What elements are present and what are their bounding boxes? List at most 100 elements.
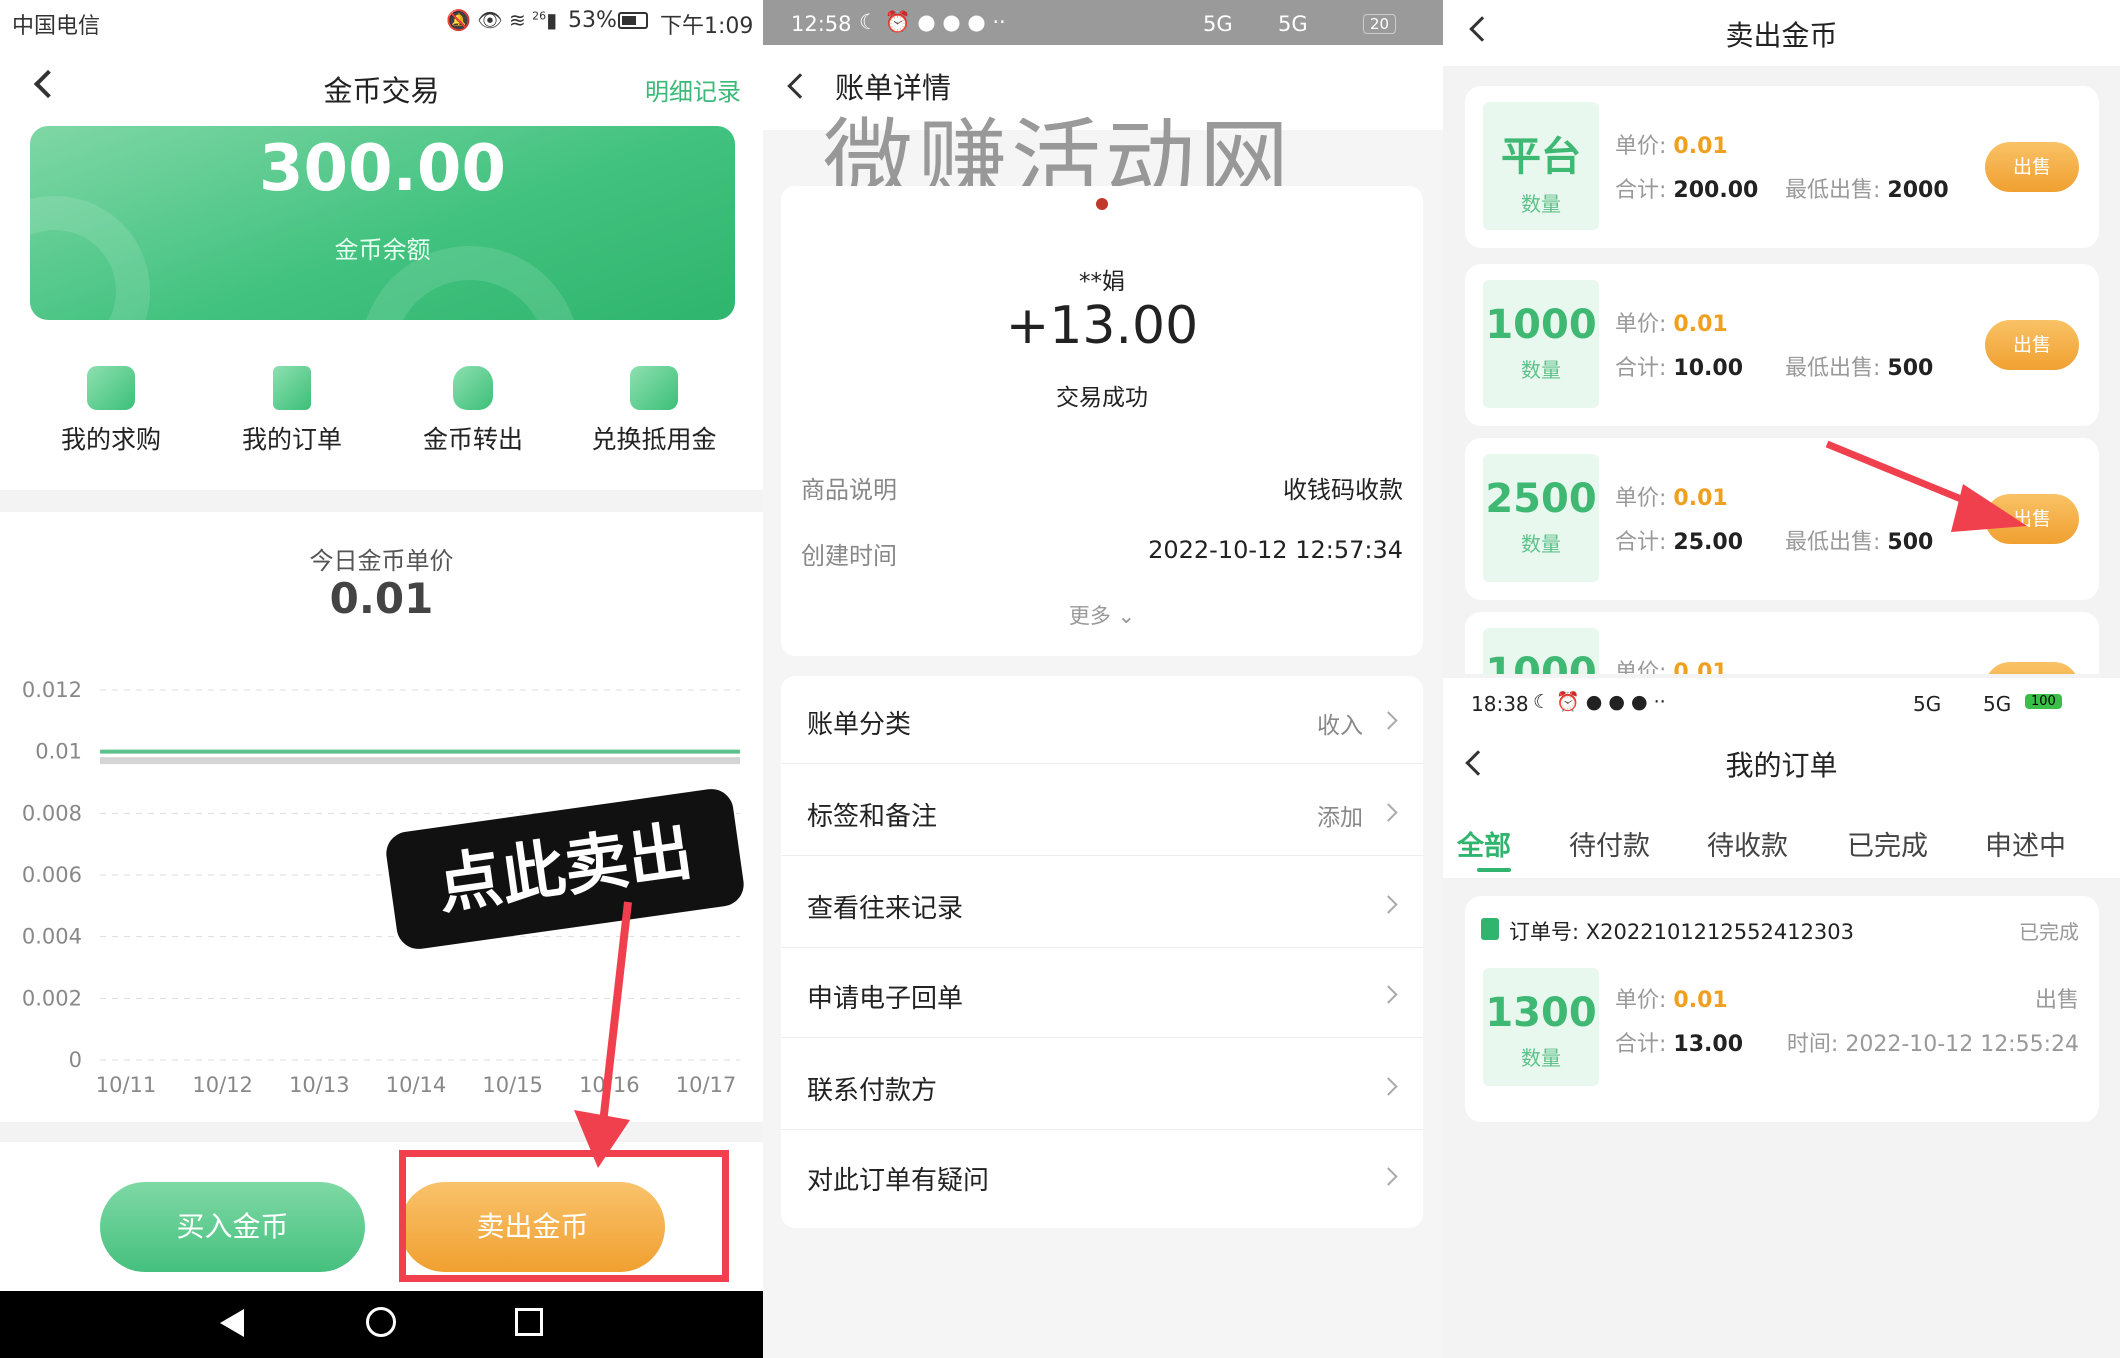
offer-card: 平台数量 单价: 0.01 合计: 200.00 最低出售: 2000 出售 xyxy=(1465,86,2099,248)
tab-pending-receipt[interactable]: 待收款 xyxy=(1707,824,1788,863)
quick-action-transfer[interactable]: 金币转出 xyxy=(403,366,543,456)
detail-label: 商品说明 xyxy=(801,476,897,504)
menu-row-question[interactable]: 对此订单有疑问 xyxy=(781,1132,1423,1220)
more-toggle[interactable]: 更多 ⌄ xyxy=(781,600,1423,630)
offer-card: 1000 数量 单价: 0.01 合计: 10.00 最低出售: 500 出售 xyxy=(1465,264,2099,426)
tab-appeal[interactable]: 申述中 xyxy=(1985,824,2066,863)
diamond-icon xyxy=(87,366,135,410)
menu-row-history[interactable]: 查看往来记录 xyxy=(781,860,1423,948)
menu-row-receipt[interactable]: 申请电子回单 xyxy=(781,950,1423,1038)
order-card[interactable]: 订单号: X2022101212552412303 已完成 1300 数量 单价:… xyxy=(1465,896,2099,1122)
carrier: 中国电信 xyxy=(12,14,101,39)
net-label: 5G xyxy=(1983,692,2012,716)
quantity-label: 数量 xyxy=(1521,192,1561,216)
status-bar: 中国电信 🔕 👁 ≋ 26▮ 53% 下午1:09 xyxy=(0,0,763,46)
more-label: 更多 xyxy=(1068,604,1111,628)
page-title: 我的订单 xyxy=(1725,749,1838,782)
battery-indicator: 20 xyxy=(1363,14,1397,34)
nav-recents-icon[interactable] xyxy=(515,1308,543,1336)
order-quantity: 1300 xyxy=(1485,990,1597,1036)
back-icon[interactable] xyxy=(787,73,813,99)
quick-action-orders[interactable]: 我的订单 xyxy=(222,366,362,456)
quantity-label: 数量 xyxy=(1521,532,1561,556)
menu-label: 查看往来记录 xyxy=(807,894,964,924)
price-value: 0.01 xyxy=(1673,312,1728,337)
y-tick-label: 0.002 xyxy=(22,986,82,1010)
bill-menu-card: 账单分类 收入 标签和备注 添加 查看往来记录 申请电子回单 联系付款方 对此订单有… xyxy=(781,676,1423,1228)
y-tick-label: 0.006 xyxy=(22,863,82,887)
sell-button[interactable]: 出售 xyxy=(1985,142,2079,192)
sell-button-partial[interactable] xyxy=(1985,662,2079,674)
menu-label: 标签和备注 xyxy=(807,802,938,832)
x-tick-label: 10/13 xyxy=(289,1073,350,1097)
nav-bar: 卖出金币 xyxy=(1443,0,2120,66)
price-value: 0.01 xyxy=(329,574,434,623)
tab-completed[interactable]: 已完成 xyxy=(1847,824,1928,863)
total-label: 合计: xyxy=(1615,530,1667,555)
battery-percent: 53% xyxy=(568,8,617,33)
y-tick-label: 0.012 xyxy=(22,678,82,702)
total-label: 合计: xyxy=(1615,356,1667,381)
chevron-right-icon xyxy=(1379,895,1398,914)
nav-home-icon[interactable] xyxy=(366,1307,396,1337)
quick-action-purchase[interactable]: 我的求购 xyxy=(41,366,181,456)
pointer-arrow xyxy=(1825,440,2027,532)
menu-label: 联系付款方 xyxy=(807,1076,938,1106)
order-no-label: 订单号: xyxy=(1509,920,1580,944)
detail-records-link[interactable]: 明细记录 xyxy=(645,72,741,107)
offer-card-partial: 1000 单价: 0.01 xyxy=(1465,612,2099,674)
quick-action-label: 兑换抵用金 xyxy=(591,425,717,454)
chevron-right-icon xyxy=(1379,803,1398,822)
total-value: 10.00 xyxy=(1673,356,1744,381)
nav-back-icon[interactable] xyxy=(220,1309,244,1337)
sell-button[interactable]: 出售 xyxy=(1985,320,2079,370)
menu-value: 添加 xyxy=(1317,805,1363,831)
net-label: 5G xyxy=(1913,692,1942,716)
offer-quantity: 平台 xyxy=(1501,134,1581,180)
menu-row-tags[interactable]: 标签和备注 添加 xyxy=(781,768,1423,856)
clock: 下午1:09 xyxy=(660,14,754,39)
price-title: 今日金币单价 xyxy=(309,547,454,575)
x-tick-label: 10/11 xyxy=(96,1073,157,1097)
divider xyxy=(0,1122,763,1142)
price-value: 0.01 xyxy=(1673,134,1728,159)
menu-label: 对此订单有疑问 xyxy=(807,1166,990,1196)
sell-coins-screen: 卖出金币 平台数量 单价: 0.01 合计: 200.00 最低出售: 2000… xyxy=(1443,0,2120,1358)
payer-avatar xyxy=(1096,198,1108,210)
system-nav-bar xyxy=(0,1291,763,1358)
tab-all[interactable]: 全部 xyxy=(1457,824,1511,863)
coupon-icon xyxy=(630,366,678,410)
buy-coins-button[interactable]: 买入金币 xyxy=(100,1182,365,1272)
order-price: 单价: 0.01 xyxy=(1615,982,1728,1014)
offer-total: 合计: 25.00 xyxy=(1615,524,1743,556)
detail-value: 2022-10-12 12:57:34 xyxy=(1148,536,1403,564)
y-tick-label: 0.01 xyxy=(35,740,82,764)
bill-amount: +13.00 xyxy=(1005,296,1199,356)
y-tick-label: 0 xyxy=(69,1048,82,1072)
total-value: 200.00 xyxy=(1673,178,1759,203)
min-value: 2000 xyxy=(1887,178,1949,203)
balance-label: 金币余额 xyxy=(334,236,431,264)
tab-pending-payment[interactable]: 待付款 xyxy=(1569,824,1650,863)
min-label: 最低出售: xyxy=(1785,178,1881,203)
battery-icon xyxy=(618,12,648,29)
offer-total: 合计: 200.00 xyxy=(1615,172,1758,204)
chevron-right-icon xyxy=(1379,711,1398,730)
quick-action-exchange[interactable]: 兑换抵用金 xyxy=(584,366,724,456)
chevron-right-icon xyxy=(1379,1167,1398,1186)
quick-action-label: 我的求购 xyxy=(60,425,161,454)
order-status: 已完成 xyxy=(2019,920,2079,944)
price-value: 0.01 xyxy=(1673,660,1728,674)
menu-row-category[interactable]: 账单分类 收入 xyxy=(781,676,1423,764)
offer-quantity-box: 平台 数量 xyxy=(1483,102,1599,230)
offer-price: 单价: 0.01 xyxy=(1615,128,1728,160)
payer-name: **娟 xyxy=(1079,269,1125,295)
offer-min: 最低出售: 500 xyxy=(1785,350,1933,382)
bill-detail-screen: 12:58 ☾ ⏰ ● ● ● ·· 5G 5G 20 账单详情 微赚活动网 *… xyxy=(763,0,1443,1358)
price-value: 0.01 xyxy=(1673,486,1728,511)
min-value: 500 xyxy=(1887,356,1934,381)
order-quantity-box: 1300 数量 xyxy=(1483,968,1599,1086)
offer-min: 最低出售: 2000 xyxy=(1785,172,1949,204)
bill-summary-card: **娟 +13.00 交易成功 商品说明 收钱码收款 创建时间 2022-10-… xyxy=(781,186,1423,656)
menu-row-contact[interactable]: 联系付款方 xyxy=(781,1042,1423,1130)
